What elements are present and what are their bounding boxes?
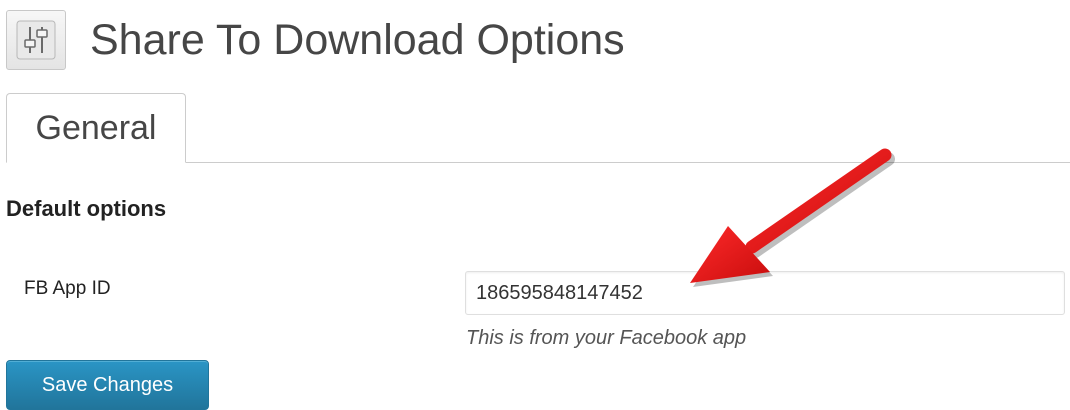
fb-app-id-label: FB App ID [24,278,111,299]
tab-general-label: General [35,108,157,147]
page-title: Share To Download Options [90,15,625,64]
tab-general[interactable]: General [6,93,186,163]
section-heading: Default options [6,196,167,221]
settings-icon [6,10,66,70]
fb-app-id-description: This is from your Facebook app [466,327,747,349]
fb-app-id-input[interactable] [465,271,1065,315]
page-header: Share To Download Options [6,8,625,72]
save-changes-button[interactable]: Save Changes [6,360,209,410]
